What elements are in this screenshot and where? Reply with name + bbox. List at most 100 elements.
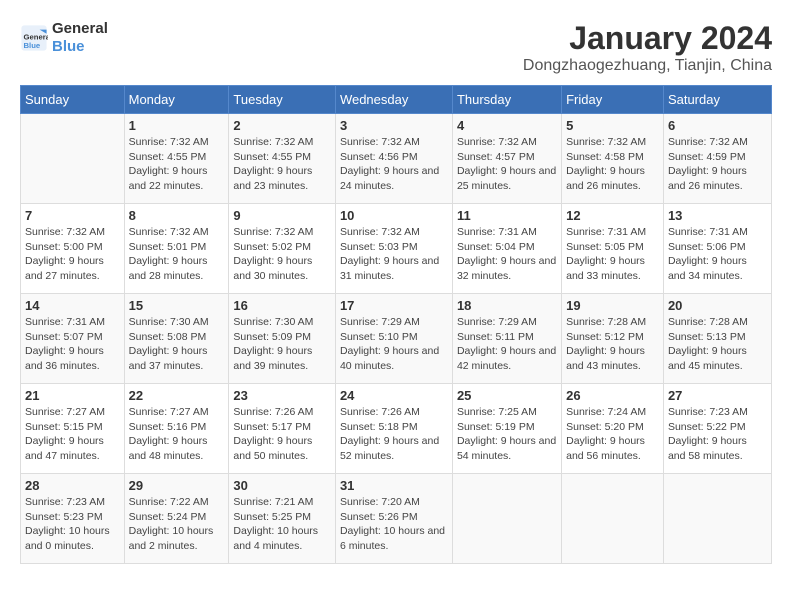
calendar-cell: 21 Sunrise: 7:27 AMSunset: 5:15 PMDayligh… [21, 384, 125, 474]
calendar-cell: 4 Sunrise: 7:32 AMSunset: 4:57 PMDaylight… [452, 114, 561, 204]
page-header: General Blue General Blue January 2024 D… [20, 20, 772, 75]
logo-general: General [52, 20, 108, 38]
weekday-header: Tuesday [229, 86, 336, 114]
calendar-title: January 2024 [523, 20, 772, 57]
logo-icon: General Blue [20, 24, 48, 52]
day-info: Sunrise: 7:30 AMSunset: 5:09 PMDaylight:… [233, 315, 331, 374]
weekday-header: Saturday [663, 86, 771, 114]
day-number: 20 [668, 298, 767, 313]
logo: General Blue General Blue [20, 20, 108, 56]
day-info: Sunrise: 7:31 AMSunset: 5:05 PMDaylight:… [566, 225, 659, 284]
day-info: Sunrise: 7:23 AMSunset: 5:23 PMDaylight:… [25, 495, 120, 554]
calendar-cell: 8Sunrise: 7:32 AMSunset: 5:01 PMDaylight… [124, 204, 229, 294]
calendar-cell [562, 474, 664, 564]
calendar-cell: 29Sunrise: 7:22 AMSunset: 5:24 PMDayligh… [124, 474, 229, 564]
day-info: Sunrise: 7:28 AMSunset: 5:13 PMDaylight:… [668, 315, 767, 374]
calendar-cell: 28 Sunrise: 7:23 AMSunset: 5:23 PMDayligh… [21, 474, 125, 564]
day-number: 3 [340, 118, 448, 133]
day-number: 15 [129, 298, 225, 313]
day-info: Sunrise: 7:21 AMSunset: 5:25 PMDaylight:… [233, 495, 331, 554]
calendar-cell: 11 Sunrise: 7:31 AMSunset: 5:04 PMDayligh… [452, 204, 561, 294]
day-info: Sunrise: 7:32 AMSunset: 5:02 PMDaylight:… [233, 225, 331, 284]
weekday-header: Friday [562, 86, 664, 114]
weekday-header: Wednesday [335, 86, 452, 114]
day-number: 4 [457, 118, 557, 133]
svg-text:General: General [24, 32, 49, 41]
day-info: Sunrise: 7:32 AMSunset: 4:57 PMDaylight:… [457, 135, 557, 194]
calendar-cell: 9 Sunrise: 7:32 AMSunset: 5:02 PMDaylight… [229, 204, 336, 294]
day-number: 22 [129, 388, 225, 403]
calendar-cell: 19 Sunrise: 7:28 AMSunset: 5:12 PMDayligh… [562, 294, 664, 384]
calendar-cell [21, 114, 125, 204]
calendar-cell [663, 474, 771, 564]
day-number: 14 [25, 298, 120, 313]
day-info: Sunrise: 7:29 AMSunset: 5:10 PMDaylight:… [340, 315, 448, 374]
calendar-cell: 1Sunrise: 7:32 AMSunset: 4:55 PMDaylight… [124, 114, 229, 204]
day-number: 10 [340, 208, 448, 223]
weekday-header: Thursday [452, 86, 561, 114]
calendar-week-row: 28 Sunrise: 7:23 AMSunset: 5:23 PMDayligh… [21, 474, 772, 564]
day-info: Sunrise: 7:28 AMSunset: 5:12 PMDaylight:… [566, 315, 659, 374]
calendar-cell: 7 Sunrise: 7:32 AMSunset: 5:00 PMDaylight… [21, 204, 125, 294]
calendar-cell [452, 474, 561, 564]
calendar-cell: 16 Sunrise: 7:30 AMSunset: 5:09 PMDayligh… [229, 294, 336, 384]
calendar-week-row: 21 Sunrise: 7:27 AMSunset: 5:15 PMDayligh… [21, 384, 772, 474]
day-info: Sunrise: 7:24 AMSunset: 5:20 PMDaylight:… [566, 405, 659, 464]
day-number: 24 [340, 388, 448, 403]
day-number: 6 [668, 118, 767, 133]
calendar-cell: 25Sunrise: 7:25 AMSunset: 5:19 PMDayligh… [452, 384, 561, 474]
calendar-cell: 24 Sunrise: 7:26 AMSunset: 5:18 PMDayligh… [335, 384, 452, 474]
calendar-cell: 31Sunrise: 7:20 AMSunset: 5:26 PMDayligh… [335, 474, 452, 564]
day-number: 5 [566, 118, 659, 133]
weekday-header-row: SundayMondayTuesdayWednesdayThursdayFrid… [21, 86, 772, 114]
calendar-cell: 18Sunrise: 7:29 AMSunset: 5:11 PMDayligh… [452, 294, 561, 384]
day-info: Sunrise: 7:32 AMSunset: 4:56 PMDaylight:… [340, 135, 448, 194]
calendar-cell: 5Sunrise: 7:32 AMSunset: 4:58 PMDaylight… [562, 114, 664, 204]
calendar-cell: 26 Sunrise: 7:24 AMSunset: 5:20 PMDayligh… [562, 384, 664, 474]
day-info: Sunrise: 7:31 AMSunset: 5:04 PMDaylight:… [457, 225, 557, 284]
day-info: Sunrise: 7:23 AMSunset: 5:22 PMDaylight:… [668, 405, 767, 464]
day-info: Sunrise: 7:32 AMSunset: 4:55 PMDaylight:… [233, 135, 331, 194]
day-number: 9 [233, 208, 331, 223]
day-number: 23 [233, 388, 331, 403]
calendar-cell: 22 Sunrise: 7:27 AMSunset: 5:16 PMDayligh… [124, 384, 229, 474]
day-number: 16 [233, 298, 331, 313]
day-info: Sunrise: 7:26 AMSunset: 5:18 PMDaylight:… [340, 405, 448, 464]
calendar-cell: 14 Sunrise: 7:31 AMSunset: 5:07 PMDayligh… [21, 294, 125, 384]
day-number: 2 [233, 118, 331, 133]
calendar-week-row: 7 Sunrise: 7:32 AMSunset: 5:00 PMDaylight… [21, 204, 772, 294]
day-number: 26 [566, 388, 659, 403]
day-number: 18 [457, 298, 557, 313]
weekday-header: Monday [124, 86, 229, 114]
calendar-cell: 12 Sunrise: 7:31 AMSunset: 5:05 PMDayligh… [562, 204, 664, 294]
day-info: Sunrise: 7:32 AMSunset: 5:00 PMDaylight:… [25, 225, 120, 284]
calendar-cell: 6 Sunrise: 7:32 AMSunset: 4:59 PMDaylight… [663, 114, 771, 204]
day-number: 7 [25, 208, 120, 223]
day-number: 28 [25, 478, 120, 493]
day-info: Sunrise: 7:27 AMSunset: 5:16 PMDaylight:… [129, 405, 225, 464]
day-number: 11 [457, 208, 557, 223]
weekday-header: Sunday [21, 86, 125, 114]
day-number: 21 [25, 388, 120, 403]
day-number: 12 [566, 208, 659, 223]
day-info: Sunrise: 7:30 AMSunset: 5:08 PMDaylight:… [129, 315, 225, 374]
day-info: Sunrise: 7:31 AMSunset: 5:07 PMDaylight:… [25, 315, 120, 374]
day-info: Sunrise: 7:32 AMSunset: 4:55 PMDaylight:… [129, 135, 225, 194]
day-number: 25 [457, 388, 557, 403]
calendar-cell: 27Sunrise: 7:23 AMSunset: 5:22 PMDayligh… [663, 384, 771, 474]
day-number: 8 [129, 208, 225, 223]
day-info: Sunrise: 7:31 AMSunset: 5:06 PMDaylight:… [668, 225, 767, 284]
calendar-week-row: 1Sunrise: 7:32 AMSunset: 4:55 PMDaylight… [21, 114, 772, 204]
calendar-week-row: 14 Sunrise: 7:31 AMSunset: 5:07 PMDayligh… [21, 294, 772, 384]
calendar-cell: 2 Sunrise: 7:32 AMSunset: 4:55 PMDaylight… [229, 114, 336, 204]
day-info: Sunrise: 7:27 AMSunset: 5:15 PMDaylight:… [25, 405, 120, 464]
day-info: Sunrise: 7:26 AMSunset: 5:17 PMDaylight:… [233, 405, 331, 464]
day-number: 29 [129, 478, 225, 493]
day-number: 30 [233, 478, 331, 493]
logo-blue: Blue [52, 38, 108, 56]
title-block: January 2024 Dongzhaogezhuang, Tianjin, … [523, 20, 772, 75]
day-number: 19 [566, 298, 659, 313]
calendar-table: SundayMondayTuesdayWednesdayThursdayFrid… [20, 85, 772, 564]
day-info: Sunrise: 7:32 AMSunset: 4:59 PMDaylight:… [668, 135, 767, 194]
calendar-cell: 20 Sunrise: 7:28 AMSunset: 5:13 PMDayligh… [663, 294, 771, 384]
